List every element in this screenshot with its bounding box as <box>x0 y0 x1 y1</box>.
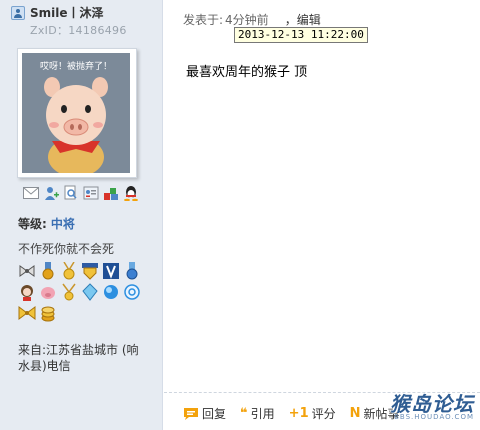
gem-medal-icon[interactable] <box>81 283 99 301</box>
avatar-image: 哎呀！被抛弃了！ <box>22 53 130 177</box>
rank-label: 等级: <box>18 217 47 231</box>
quote-icon: ❝ <box>240 406 248 421</box>
post-meta: 发表于: 4分钟前 ，编辑 <box>183 11 321 28</box>
user-header: Smile丨沐泽 <box>11 4 104 21</box>
swirl-medal-icon[interactable] <box>123 283 141 301</box>
blue-medal-icon[interactable] <box>123 262 141 280</box>
search-posts-icon[interactable] <box>62 184 80 202</box>
site-logo: 猴岛论坛 BBS.HOUDAO.COM <box>390 388 474 421</box>
post-content: 发表于: 4分钟前 ，编辑 2013-12-13 11:22:00 最喜欢周年的猴子… <box>164 0 480 430</box>
user-rank: 等级: 中将 <box>18 215 75 232</box>
post-body: 最喜欢周年的猴子 顶 <box>186 65 308 80</box>
mail-icon[interactable] <box>22 184 40 202</box>
timestamp-tooltip: 2013-12-13 11:22:00 <box>234 27 368 43</box>
posted-label: 发表于: <box>183 13 224 27</box>
user-id: ZxID：14186496 <box>30 24 127 37</box>
user-location: 来自:江苏省盐城市 (响水县)电信 <box>18 343 139 373</box>
chain-medal-icon[interactable] <box>60 283 78 301</box>
add-friend-icon[interactable] <box>42 184 60 202</box>
orb-medal-icon[interactable] <box>102 283 120 301</box>
contact-icons <box>22 184 140 202</box>
ribbon-medal-icon[interactable] <box>39 262 57 280</box>
avatar-caption: 哎呀！被抛弃了！ <box>40 60 112 72</box>
pig-medal-icon[interactable] <box>39 283 57 301</box>
quote-button[interactable]: ❝ 引用 <box>240 405 275 422</box>
posted-time: 4分钟前 <box>225 13 269 27</box>
medal-list <box>18 262 150 322</box>
reply-label: 回复 <box>202 407 227 421</box>
crest-medal-icon[interactable] <box>102 262 120 280</box>
rate-plus-icon: +1 <box>288 406 309 421</box>
post-actions: 回复 ❝ 引用 +1 评分 N 新帖事 <box>183 405 400 422</box>
new-post-icon: N <box>349 406 361 421</box>
rank-value: 中将 <box>50 217 75 231</box>
rate-label: 评分 <box>311 407 336 421</box>
reply-button[interactable]: 回复 <box>183 405 226 422</box>
quote-label: 引用 <box>250 407 275 421</box>
rate-button[interactable]: +1 评分 <box>289 405 336 422</box>
reply-icon <box>184 407 198 420</box>
coins-medal-icon[interactable] <box>39 304 57 322</box>
user-signature: 不作死你就不会死 <box>18 242 115 256</box>
flower-medal-icon[interactable] <box>60 262 78 280</box>
bow-medal-icon[interactable] <box>18 262 36 280</box>
shield-medal-icon[interactable] <box>81 262 99 280</box>
qq-icon[interactable] <box>122 184 140 202</box>
user-icon <box>11 5 25 20</box>
blocks-icon[interactable] <box>102 184 120 202</box>
logo-subtext: BBS.HOUDAO.COM <box>394 413 474 421</box>
girl-medal-icon[interactable] <box>18 283 36 301</box>
user-sidebar: Smile丨沐泽 ZxID：14186496 哎呀！被抛弃了！ 等级: 中将 不… <box>0 0 163 430</box>
edit-link[interactable]: ，编辑 <box>285 13 321 27</box>
username-link[interactable]: Smile丨沐泽 <box>30 4 104 21</box>
profile-card-icon[interactable] <box>82 184 100 202</box>
avatar[interactable]: 哎呀！被抛弃了！ <box>17 48 137 178</box>
bow2-medal-icon[interactable] <box>18 304 36 322</box>
